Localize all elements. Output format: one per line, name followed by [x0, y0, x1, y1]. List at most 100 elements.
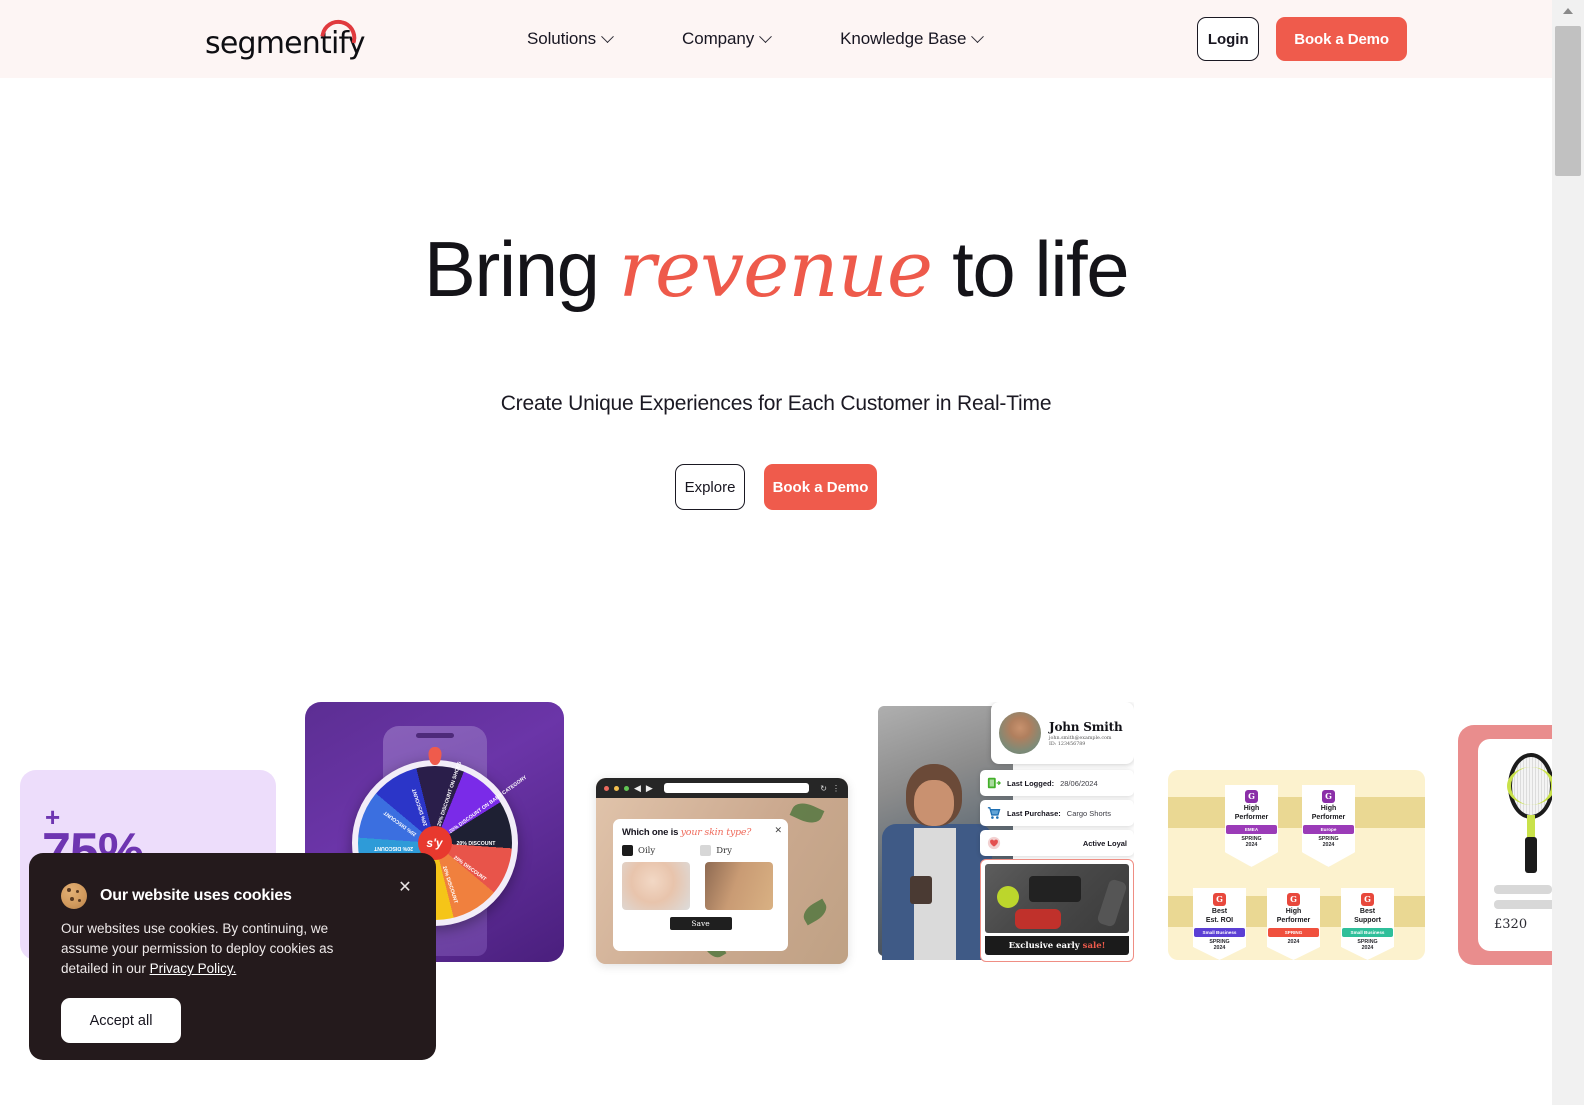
quiz-image-oily[interactable] — [622, 862, 690, 910]
quiz-question: Which one is your skin type? — [622, 827, 779, 838]
wheel-label: 20% DISCOUNT — [451, 854, 487, 883]
cart-icon — [987, 806, 1001, 820]
wheel-label: 20% DISCOUNT — [456, 841, 496, 847]
quiz-modal: ✕ Which one is your skin type? Oily Dry — [613, 819, 788, 951]
browser-maximize-dot-icon — [624, 785, 629, 791]
quiz-question-accent: your skin type? — [680, 827, 752, 838]
badge-title: High Performer — [1311, 805, 1346, 821]
avatar — [999, 712, 1041, 754]
profile-row-last-purchase: Last Purchase: Cargo Shorts — [980, 800, 1134, 826]
badge-title: Best Est. ROI — [1205, 908, 1234, 924]
wheel-label: 20% DISCOUNT — [410, 787, 429, 827]
dumbbell-shape — [1029, 876, 1081, 902]
g2-logo-icon: G — [1361, 893, 1374, 906]
photo-coffee-cup — [910, 876, 932, 904]
profile-row-label: Last Purchase: — [1007, 808, 1061, 818]
profile-id: ID: 123456789 — [1049, 741, 1086, 747]
quiz-save-button[interactable]: Save — [669, 917, 732, 930]
browser-back-icon: ◀ — [634, 782, 641, 793]
card-skin-type-quiz[interactable]: ◀ ▶ ↻ ⋮ ✕ Which one is your skin type? O… — [596, 778, 848, 964]
cookie-icon — [61, 883, 87, 909]
g2-logo-icon: G — [1213, 893, 1226, 906]
glove-shape — [1015, 909, 1061, 929]
cookie-body: Our websites use cookies. By continuing,… — [61, 919, 361, 979]
scroll-up-button[interactable] — [1552, 0, 1584, 22]
badge-ribbon: SPRING — [1268, 927, 1319, 937]
profile-email: john.smith@example.com — [1049, 735, 1112, 741]
card-customer-profile[interactable]: John Smith john.smith@example.com ID: 12… — [878, 702, 1134, 962]
privacy-policy-link[interactable]: Privacy Policy. — [150, 961, 237, 976]
photo-face-shape — [914, 780, 954, 826]
accept-all-button[interactable]: Accept all — [61, 998, 181, 1043]
wheel-label: 20% DISCOUNT — [373, 845, 413, 851]
badge-band-decoration — [1168, 797, 1425, 828]
badge-ribbon: EMEA — [1226, 824, 1277, 834]
badge-title: High Performer — [1234, 805, 1269, 821]
badge-subtitle: SPRING 2024 — [1241, 836, 1262, 849]
quiz-option-oily[interactable]: Oily — [622, 845, 655, 856]
racket-highlight-shape — [1507, 767, 1555, 805]
foam-roller-shape — [1096, 878, 1128, 928]
quiz-option-dry[interactable]: Dry — [700, 845, 732, 856]
checkbox-unchecked-icon[interactable] — [700, 845, 712, 856]
quiz-images — [622, 862, 779, 910]
heart-icon — [987, 836, 1001, 850]
profile-name: John Smith — [1049, 719, 1123, 734]
g2-badge-high-performer-europe: G High Performer Europe SPRING 2024 — [1302, 785, 1355, 867]
g2-logo-icon: G — [1322, 790, 1335, 803]
phone-notch — [415, 733, 454, 738]
profile-row-value: 28/06/2024 — [1060, 778, 1098, 788]
badge-ribbon: Europe — [1303, 824, 1354, 834]
profile-row-status: Active Loyal — [980, 830, 1134, 856]
leaf-decoration-icon — [799, 898, 831, 926]
wheel-label: 20% DISCOUNT ON SHOES — [435, 760, 463, 828]
wheel-label: 20% DISCOUNT ON BABY CATEGORY — [447, 774, 528, 836]
profile-row-label: Last Logged: — [1007, 778, 1055, 788]
browser-chrome-bar: ◀ ▶ ↻ ⋮ — [596, 778, 848, 798]
badge-title: Best Support — [1354, 908, 1381, 924]
scrollbar-thumb[interactable] — [1555, 26, 1581, 176]
badge-subtitle: SPRING 2024 — [1357, 939, 1378, 952]
quiz-options: Oily Dry — [622, 845, 779, 856]
promo-caption-accent: sale! — [1082, 940, 1106, 951]
close-icon[interactable]: ✕ — [396, 879, 414, 897]
promo-caption-plain: Exclusive early — [1008, 940, 1080, 951]
quiz-option-oily-label: Oily — [638, 845, 656, 856]
product-price: £320 — [1494, 917, 1528, 932]
leaf-decoration-icon — [789, 798, 825, 828]
cookie-title: Our website uses cookies — [100, 887, 292, 904]
quiz-image-dry[interactable] — [705, 862, 773, 910]
product-title-placeholder — [1494, 885, 1552, 894]
g2-logo-icon: G — [1245, 790, 1258, 803]
scroll-up-arrow-icon — [1563, 8, 1573, 14]
g2-badge-best-est-roi: G Best Est. ROI Small Business SPRING 20… — [1193, 888, 1246, 960]
cookie-consent-banner: ✕ Our website uses cookies Our websites … — [29, 853, 436, 1060]
g2-logo-icon: G — [1287, 893, 1300, 906]
browser-close-dot-icon — [604, 785, 609, 791]
card-g2-badges[interactable]: G High Performer EMEA SPRING 2024 G High… — [1168, 770, 1425, 960]
quiz-option-dry-label: Dry — [716, 845, 732, 856]
browser-minimize-dot-icon — [614, 785, 619, 791]
g2-badge-high-performer-spring: G High Performer SPRING 2024 — [1267, 888, 1320, 960]
wheel-label: 20% DISCOUNT — [382, 809, 418, 838]
checkbox-checked-icon[interactable] — [622, 845, 633, 856]
browser-address-bar[interactable] — [663, 783, 810, 793]
racket-grip-shape — [1525, 837, 1537, 873]
browser-reload-icon: ↻ — [820, 783, 827, 793]
browser-menu-icon: ⋮ — [832, 783, 840, 793]
badge-subtitle: SPRING 2024 — [1318, 836, 1339, 849]
wheel-label: 20% DISCOUNT — [440, 865, 459, 905]
page-root: segmentify Solutions Company Knowledge B… — [0, 0, 1584, 1105]
login-icon — [987, 776, 1001, 790]
g2-badge-best-support: G Best Support Small Business SPRING 202… — [1341, 888, 1394, 960]
profile-row-value: Cargo Shorts — [1066, 808, 1111, 818]
close-icon[interactable]: ✕ — [774, 825, 782, 836]
vertical-scrollbar[interactable] — [1552, 0, 1584, 1105]
cookie-header: Our website uses cookies — [61, 883, 404, 909]
profile-status-label: Active Loyal — [1082, 838, 1127, 848]
profile-name-card: John Smith john.smith@example.com ID: 12… — [991, 702, 1134, 764]
badge-ribbon: Small Business — [1342, 927, 1393, 937]
badge-subtitle: 2024 — [1287, 939, 1300, 945]
profile-promo-banner[interactable]: Exclusive early sale! — [980, 859, 1134, 962]
tennis-racket-image — [1507, 753, 1555, 873]
